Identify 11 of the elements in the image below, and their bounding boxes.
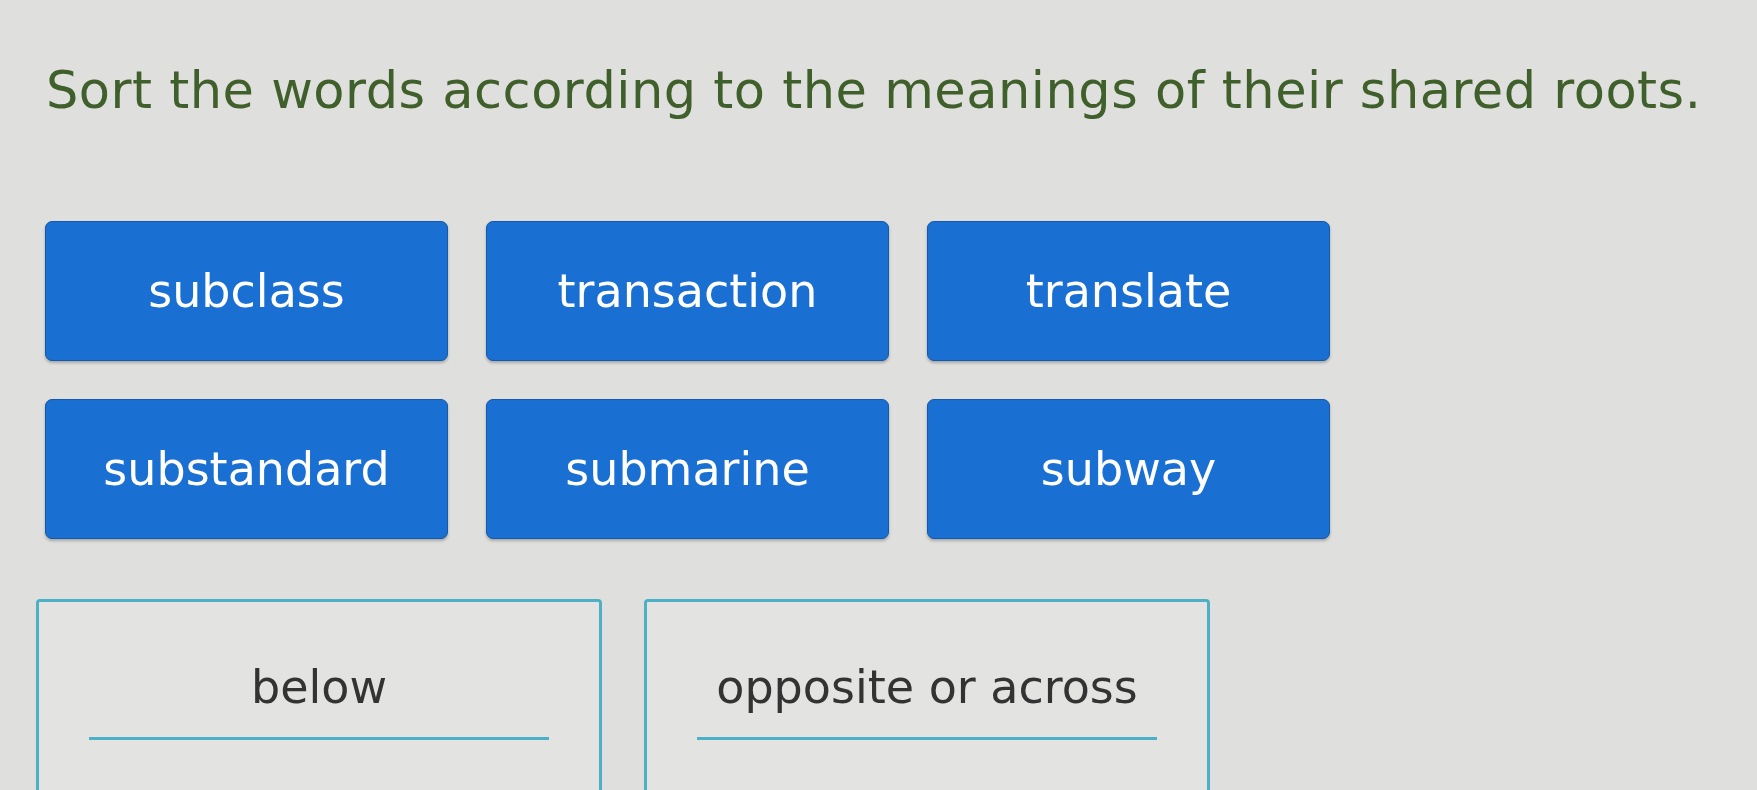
word-tile[interactable]: subway: [927, 399, 1330, 540]
word-tile[interactable]: transaction: [486, 221, 889, 362]
instruction-text: Sort the words according to the meanings of their shared roots.: [46, 60, 1702, 122]
word-tile[interactable]: substandard: [45, 399, 448, 540]
drop-zone[interactable]: opposite or across: [644, 599, 1210, 790]
word-tile[interactable]: submarine: [486, 399, 889, 540]
drop-zone[interactable]: below: [36, 599, 602, 790]
category-label: below: [250, 660, 387, 716]
category-label: opposite or across: [716, 660, 1138, 716]
word-tile[interactable]: translate: [927, 221, 1330, 362]
word-tile[interactable]: subclass: [45, 221, 448, 362]
